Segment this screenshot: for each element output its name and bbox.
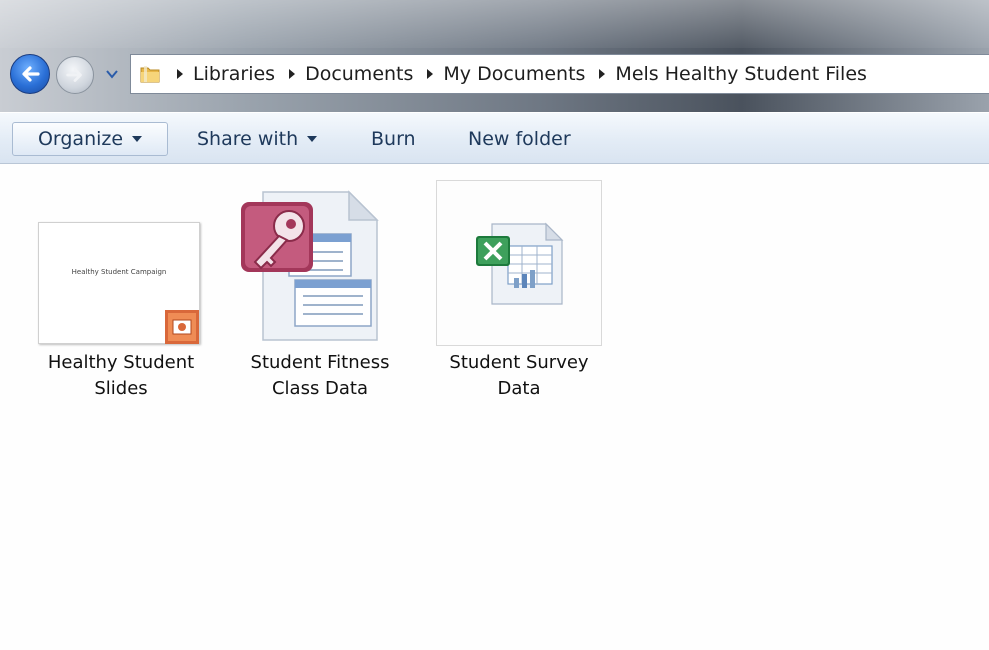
file-name: Student Fitness Class Data	[225, 350, 415, 402]
breadcrumb-documents[interactable]: Documents	[305, 63, 413, 85]
file-name-line-1: Student Fitness	[250, 352, 390, 373]
file-list-pane: Healthy Student Campaign Healthy Student…	[0, 164, 989, 650]
burn-button[interactable]: Burn	[371, 122, 416, 156]
recent-pages-button[interactable]	[103, 66, 121, 82]
share-with-label: Share with	[197, 128, 299, 150]
breadcrumb-libraries[interactable]: Libraries	[193, 63, 275, 85]
breadcrumb-separator-icon[interactable]	[599, 69, 606, 79]
breadcrumb-separator-icon	[177, 69, 183, 79]
organize-button[interactable]: Organize	[12, 122, 168, 156]
burn-label: Burn	[371, 128, 416, 150]
forward-button[interactable]	[56, 56, 94, 94]
command-bar: Organize Share with Burn New folder	[0, 112, 989, 164]
file-name: Healthy Student Slides	[26, 350, 216, 402]
address-bar[interactable]: Libraries Documents My Documents Mels He…	[130, 54, 989, 94]
breadcrumb-my-documents[interactable]: My Documents	[443, 63, 585, 85]
breadcrumb-separator-icon[interactable]	[427, 69, 434, 79]
folder-icon	[140, 66, 160, 83]
file-name-line-2: Class Data	[271, 378, 369, 399]
organize-label: Organize	[37, 128, 124, 150]
dropdown-arrow-icon	[307, 136, 318, 142]
chevron-down-icon	[106, 70, 118, 79]
title-bar-glass	[0, 0, 989, 48]
dropdown-arrow-icon	[132, 136, 143, 142]
access-database-icon	[241, 190, 379, 341]
back-button[interactable]	[10, 54, 50, 94]
window-title-bar: Libraries Documents My Documents Mels He…	[0, 0, 989, 112]
file-name-line-1: Student Survey	[449, 352, 589, 373]
forward-arrow-icon	[66, 68, 82, 82]
file-name-line-2: Slides	[94, 378, 148, 399]
share-with-button[interactable]: Share with	[197, 122, 318, 156]
excel-spreadsheet-icon	[476, 222, 564, 305]
breadcrumb-current-folder[interactable]: Mels Healthy Student Files	[615, 63, 867, 85]
new-folder-label: New folder	[468, 128, 571, 150]
new-folder-button[interactable]: New folder	[468, 122, 571, 156]
powerpoint-thumbnail: Healthy Student Campaign	[38, 222, 200, 344]
file-name-line-2: Data	[497, 378, 541, 399]
slide-preview-title: Healthy Student Campaign	[71, 268, 167, 276]
breadcrumb-separator-icon[interactable]	[289, 69, 296, 79]
file-name: Student Survey Data	[424, 350, 614, 402]
back-arrow-icon	[22, 66, 40, 82]
powerpoint-icon	[165, 310, 199, 344]
file-name-line-1: Healthy Student	[47, 352, 195, 373]
